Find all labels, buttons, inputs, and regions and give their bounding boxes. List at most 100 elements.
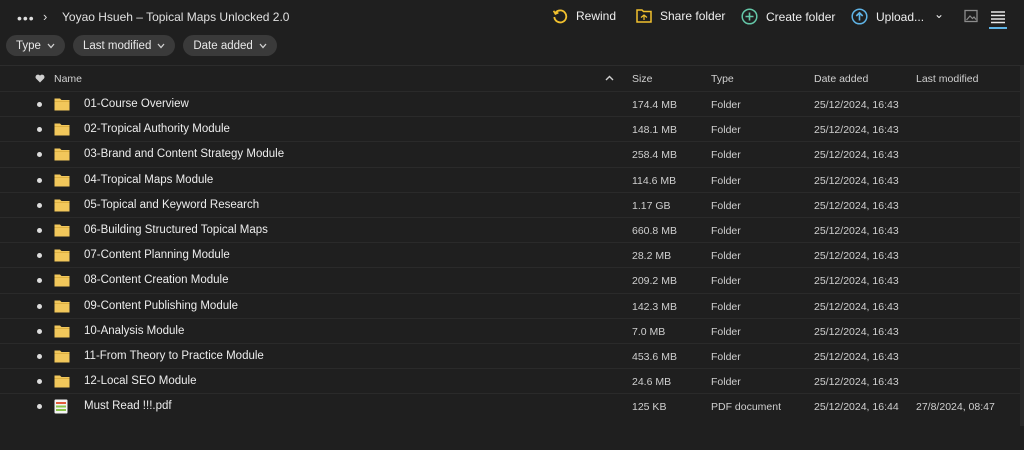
folder-icon [54, 349, 70, 366]
image-view-icon[interactable] [964, 9, 978, 23]
filter-type[interactable]: Type [6, 35, 65, 56]
row-bullet [37, 404, 42, 410]
row-bullet [37, 102, 42, 107]
share-folder-icon [636, 9, 652, 23]
folder-icon [54, 273, 70, 290]
folder-icon [54, 173, 70, 190]
file-type: Folder [711, 275, 741, 288]
file-size: 258.4 MB [632, 149, 677, 162]
column-type[interactable]: Type [711, 73, 734, 85]
table-row[interactable]: 05-Topical and Keyword Research 1.17 GB … [0, 191, 1020, 217]
folder-icon [54, 248, 70, 265]
table-row[interactable]: 01-Course Overview 174.4 MB Folder 25/12… [0, 91, 1020, 116]
file-name[interactable]: Must Read !!!.pdf [84, 400, 172, 412]
create-folder-button[interactable]: Create folder [741, 8, 835, 25]
list-view-toggle[interactable] [987, 7, 1009, 29]
breadcrumb-title[interactable]: Yoyao Hsueh – Topical Maps Unlocked 2.0 [62, 10, 289, 24]
file-name[interactable]: 12-Local SEO Module [84, 375, 197, 387]
share-folder-button[interactable]: Share folder [636, 8, 725, 23]
file-size: 174.4 MB [632, 99, 677, 111]
file-size: 142.3 MB [632, 300, 677, 313]
column-name[interactable]: Name [54, 73, 82, 85]
scrollbar[interactable] [1020, 66, 1024, 426]
folder-icon [54, 324, 70, 341]
file-type: PDF document [711, 401, 782, 414]
file-size: 7.0 MB [632, 325, 666, 338]
column-size[interactable]: Size [632, 73, 652, 85]
file-name[interactable]: 11-From Theory to Practice Module [84, 350, 264, 362]
file-type: Folder [711, 124, 741, 137]
table-row[interactable]: 12-Local SEO Module 24.6 MB Folder 25/12… [0, 368, 1020, 393]
folder-icon [54, 299, 70, 316]
folder-icon [54, 122, 70, 139]
file-list: 01-Course Overview 174.4 MB Folder 25/12… [0, 91, 1020, 418]
file-date-added: 25/12/2024, 16:43 [814, 275, 899, 288]
file-name[interactable]: 07-Content Planning Module [84, 249, 230, 261]
file-name[interactable]: 05-Topical and Keyword Research [84, 199, 259, 211]
row-bullet [37, 379, 42, 385]
heart-icon[interactable] [35, 74, 45, 83]
file-type: Folder [711, 174, 741, 187]
filter-date-added-label: Date added [193, 39, 253, 52]
file-date-added: 25/12/2024, 16:43 [814, 149, 899, 162]
table-row[interactable]: 04-Tropical Maps Module 114.6 MB Folder … [0, 166, 1020, 192]
file-name[interactable]: 06-Building Structured Topical Maps [84, 224, 268, 236]
file-size: 660.8 MB [632, 224, 677, 237]
table-row[interactable]: 03-Brand and Content Strategy Module 258… [0, 141, 1020, 166]
rewind-icon [552, 9, 568, 24]
sort-up-icon[interactable] [605, 75, 614, 81]
file-name[interactable]: 08-Content Creation Module [84, 274, 228, 286]
file-date-added: 25/12/2024, 16:43 [814, 174, 899, 187]
filter-last-modified[interactable]: Last modified [72, 35, 176, 56]
upload-button[interactable]: Upload... ⌄ [851, 7, 944, 25]
file-date-added: 25/12/2024, 16:43 [814, 325, 899, 338]
file-date-added: 25/12/2024, 16:43 [814, 199, 899, 212]
upload-chevron-icon[interactable]: ⌄ [934, 7, 944, 21]
create-folder-label: Create folder [766, 9, 836, 24]
file-type: Folder [711, 99, 741, 111]
column-header: Name Size Type Date added Last modified [0, 67, 1020, 91]
folder-icon [54, 97, 70, 114]
more-options-icon[interactable]: ••• [17, 10, 35, 26]
filter-type-label: Type [16, 39, 41, 52]
column-date-added[interactable]: Date added [814, 73, 868, 85]
filter-date-added[interactable]: Date added [183, 35, 277, 56]
breadcrumb-chevron-icon: › [43, 9, 48, 24]
file-type: Folder [711, 149, 741, 162]
file-last-modified: 27/8/2024, 08:47 [916, 401, 995, 414]
table-row[interactable]: 09-Content Publishing Module 142.3 MB Fo… [0, 292, 1020, 318]
table-row[interactable]: 07-Content Planning Module 28.2 MB Folde… [0, 242, 1020, 267]
folder-icon [54, 147, 70, 164]
file-date-added: 25/12/2024, 16:43 [814, 350, 899, 363]
row-bullet [37, 253, 42, 259]
row-bullet [37, 202, 42, 208]
table-row[interactable]: 10-Analysis Module 7.0 MB Folder 25/12/2… [0, 317, 1020, 343]
file-name[interactable]: 10-Analysis Module [84, 325, 184, 337]
table-row[interactable]: 08-Content Creation Module 209.2 MB Fold… [0, 267, 1020, 292]
file-size: 453.6 MB [632, 350, 677, 363]
file-name[interactable]: 02-Tropical Authority Module [84, 123, 230, 135]
column-last-modified[interactable]: Last modified [916, 73, 978, 85]
file-date-added: 25/12/2024, 16:43 [814, 300, 899, 313]
chevron-down-icon [47, 43, 55, 48]
row-bullet [37, 227, 42, 233]
table-row[interactable]: 11-From Theory to Practice Module 453.6 … [0, 342, 1020, 368]
file-date-added: 25/12/2024, 16:43 [814, 250, 899, 263]
table-row[interactable]: 02-Tropical Authority Module 148.1 MB Fo… [0, 116, 1020, 141]
row-bullet [37, 328, 42, 334]
pdf-icon [54, 399, 68, 417]
table-row[interactable]: 06-Building Structured Topical Maps 660.… [0, 216, 1020, 242]
file-name[interactable]: 09-Content Publishing Module [84, 300, 238, 312]
file-size: 28.2 MB [632, 250, 672, 263]
file-name[interactable]: 03-Brand and Content Strategy Module [84, 148, 284, 160]
folder-icon [54, 223, 70, 240]
file-name[interactable]: 04-Tropical Maps Module [84, 174, 213, 186]
rewind-button[interactable]: Rewind [552, 8, 616, 24]
row-bullet [37, 177, 42, 183]
plus-circle-icon [741, 8, 758, 25]
share-folder-label: Share folder [660, 8, 726, 23]
file-size: 125 KB [632, 401, 667, 414]
top-bar: ••• › Yoyao Hsueh – Topical Maps Unlocke… [0, 0, 1024, 34]
file-name[interactable]: 01-Course Overview [84, 98, 189, 110]
table-row[interactable]: Must Read !!!.pdf 125 KB PDF document 25… [0, 393, 1020, 418]
